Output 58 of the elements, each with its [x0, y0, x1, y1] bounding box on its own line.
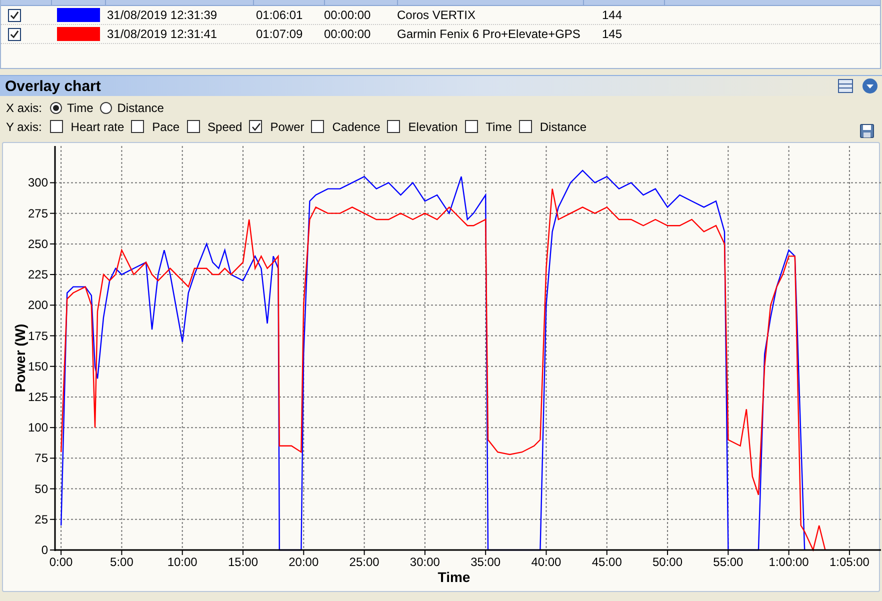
y-tick-label: 150	[28, 359, 48, 374]
dropdown-icon[interactable]	[862, 78, 878, 94]
y-tick-label: 200	[28, 298, 48, 312]
x-axis-title: Time	[438, 569, 470, 585]
axis-checkbox[interactable]: Time	[464, 120, 512, 134]
axis-checkbox[interactable]: Pace	[131, 120, 180, 134]
x-axis-label: X axis:	[6, 100, 42, 114]
y-tick-label: 175	[28, 328, 48, 343]
x-tick-label: 5:00	[110, 555, 134, 569]
x-tick-label: 1:05:00	[829, 555, 870, 569]
x-tick-label: 0:00	[49, 555, 73, 569]
x-tick-label: 20:00	[288, 555, 319, 569]
y-tick-label: 125	[28, 390, 48, 404]
y-tick-label: 225	[28, 268, 48, 282]
x-tick-label: 45:00	[592, 555, 622, 569]
x-tick-label: 40:00	[531, 555, 562, 569]
table-cell: 00:00:00	[324, 8, 371, 22]
x-tick-label: 15:00	[228, 555, 258, 569]
axis-checkbox[interactable]: Elevation	[387, 120, 458, 134]
axis-checkbox[interactable]: Power	[249, 120, 304, 134]
y-axis-title: Power (W)	[12, 324, 28, 392]
layout-icon[interactable]	[838, 79, 853, 93]
y-tick-label: 0	[41, 543, 48, 557]
table-cell: Coros VERTIX	[397, 8, 476, 22]
y-tick-label: 300	[28, 176, 48, 190]
x-tick-label: 30:00	[410, 555, 440, 569]
x-tick-label: 1:00:00	[768, 555, 809, 569]
table-cell: 31/08/2019 12:31:39	[107, 8, 218, 22]
y-tick-label: 75	[34, 451, 48, 466]
y-tick-label: 100	[28, 420, 48, 435]
table-cell: 00:00:00	[324, 27, 371, 41]
axis-checkbox[interactable]: Distance	[518, 120, 587, 134]
axis-checkbox[interactable]: Heart rate	[50, 120, 124, 134]
x-tick-label: 55:00	[713, 555, 744, 569]
table-cell: 01:07:09	[256, 27, 303, 41]
row-checkbox[interactable]	[8, 28, 21, 40]
x-tick-label: 25:00	[349, 555, 380, 569]
panel-title: Overlay chart	[4, 78, 101, 94]
save-icon[interactable]	[860, 124, 874, 138]
x-tick-label: 10:00	[167, 555, 198, 569]
axis-radio[interactable]: Distance	[100, 100, 164, 114]
table-cell: 01:06:01	[256, 8, 303, 22]
table-cell: 31/08/2019 12:31:41	[107, 27, 218, 41]
check-icon	[250, 122, 261, 132]
y-tick-label: 25	[34, 512, 48, 526]
y-tick-label: 275	[28, 206, 48, 220]
axis-checkbox[interactable]: Speed	[186, 120, 242, 134]
axis-checkbox[interactable]: Cadence	[311, 120, 380, 134]
y-tick-label: 50	[34, 482, 48, 496]
y-tick-label: 250	[28, 236, 48, 251]
x-tick-label: 50:00	[652, 555, 683, 569]
y-axis-label: Y axis:	[6, 120, 42, 134]
row-checkbox[interactable]	[8, 8, 21, 22]
axis-radio[interactable]: Time	[50, 100, 94, 114]
table-cell: 145	[602, 27, 622, 41]
table-cell: Garmin Fenix 6 Pro+Elevate+GPS	[397, 27, 580, 41]
x-tick-label: 35:00	[470, 555, 501, 569]
table-cell: 144	[602, 8, 622, 22]
